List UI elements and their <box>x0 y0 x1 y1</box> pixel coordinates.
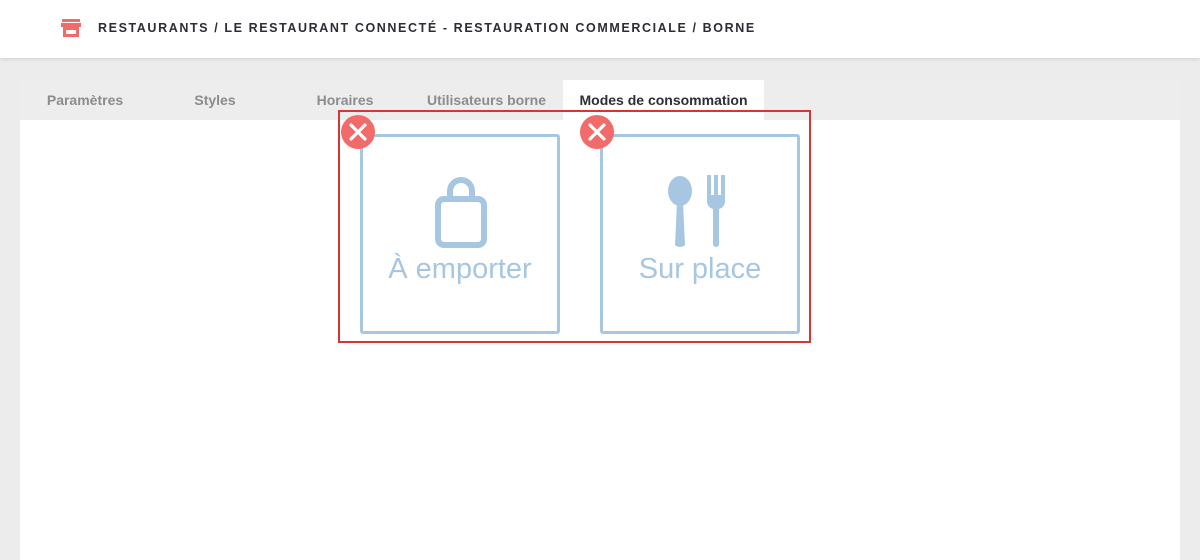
mode-label: Sur place <box>638 253 762 285</box>
remove-mode-button[interactable] <box>341 115 375 149</box>
tab-styles[interactable]: Styles <box>150 80 280 120</box>
mode-label: À emporter <box>388 253 532 285</box>
shopping-bag-icon <box>435 177 487 248</box>
close-icon <box>349 123 367 141</box>
breadcrumb: RESTAURANTS / LE RESTAURANT CONNECTÉ - R… <box>98 21 756 35</box>
mode-card-a-emporter[interactable]: À emporter <box>360 134 560 334</box>
spoon-fork-icon <box>668 175 725 247</box>
mode-card-sur-place[interactable]: Sur place <box>600 134 800 334</box>
top-bar: RESTAURANTS / LE RESTAURANT CONNECTÉ - R… <box>0 0 1200 58</box>
close-icon <box>588 123 606 141</box>
tab-parametres[interactable]: Paramètres <box>20 80 150 120</box>
store-icon <box>61 19 81 37</box>
remove-mode-button[interactable] <box>580 115 614 149</box>
